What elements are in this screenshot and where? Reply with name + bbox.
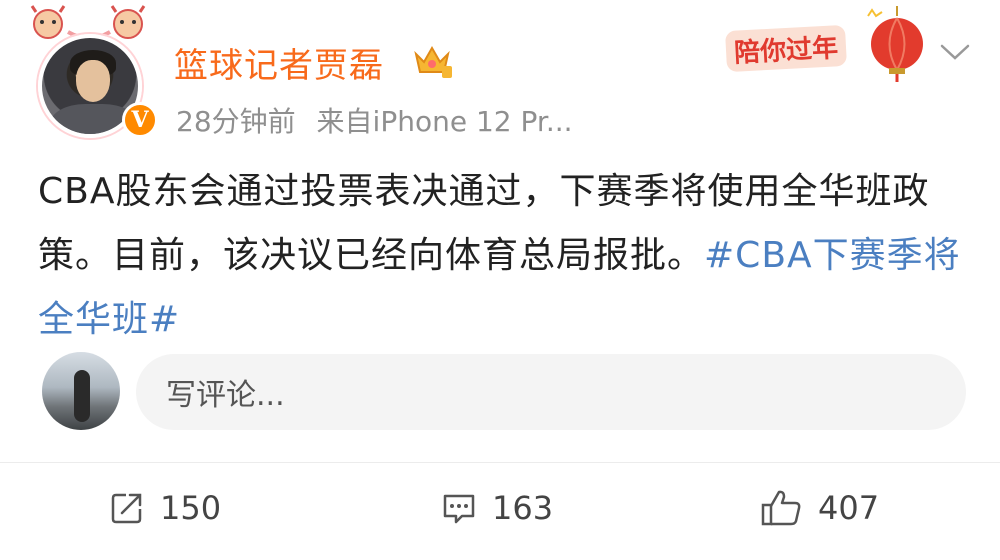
author-name[interactable]: 篮球记者贾磊 — [174, 38, 384, 87]
comment-input[interactable]: 写评论... — [136, 354, 966, 430]
post-source: 来自iPhone 12 Pr... — [316, 105, 573, 138]
comment-button[interactable]: 163 — [440, 480, 553, 536]
current-user-avatar[interactable] — [42, 352, 120, 430]
crown-icon — [414, 45, 452, 78]
share-icon — [111, 493, 142, 524]
festive-badge[interactable]: 陪你过年 — [725, 6, 932, 82]
thumbs-up-icon — [761, 490, 801, 526]
share-count: 150 — [160, 489, 222, 527]
verified-badge-icon: V — [122, 102, 158, 138]
post-time: 28分钟前 — [176, 105, 296, 138]
festive-badge-label: 陪你过年 — [725, 24, 848, 73]
comment-count: 163 — [492, 489, 554, 527]
weibo-post: V 篮球记者贾磊 28分钟前 来自iPhone 12 Pr... 陪你过年 CB… — [0, 0, 1000, 560]
comment-placeholder: 写评论... — [166, 378, 285, 413]
share-button[interactable]: 150 — [108, 480, 221, 536]
lantern-icon — [867, 6, 923, 82]
divider — [0, 462, 1000, 463]
author-avatar-group[interactable]: V — [24, 4, 158, 144]
comment-icon — [443, 494, 475, 524]
chevron-down-icon[interactable] — [938, 40, 972, 64]
like-count: 407 — [818, 489, 880, 527]
like-button[interactable]: 407 — [760, 480, 879, 536]
post-meta: 28分钟前 来自iPhone 12 Pr... — [176, 100, 585, 140]
post-content: CBA股东会通过投票表决通过，下赛季将使用全华班政策。目前，该决议已经向体育总局… — [38, 160, 968, 352]
